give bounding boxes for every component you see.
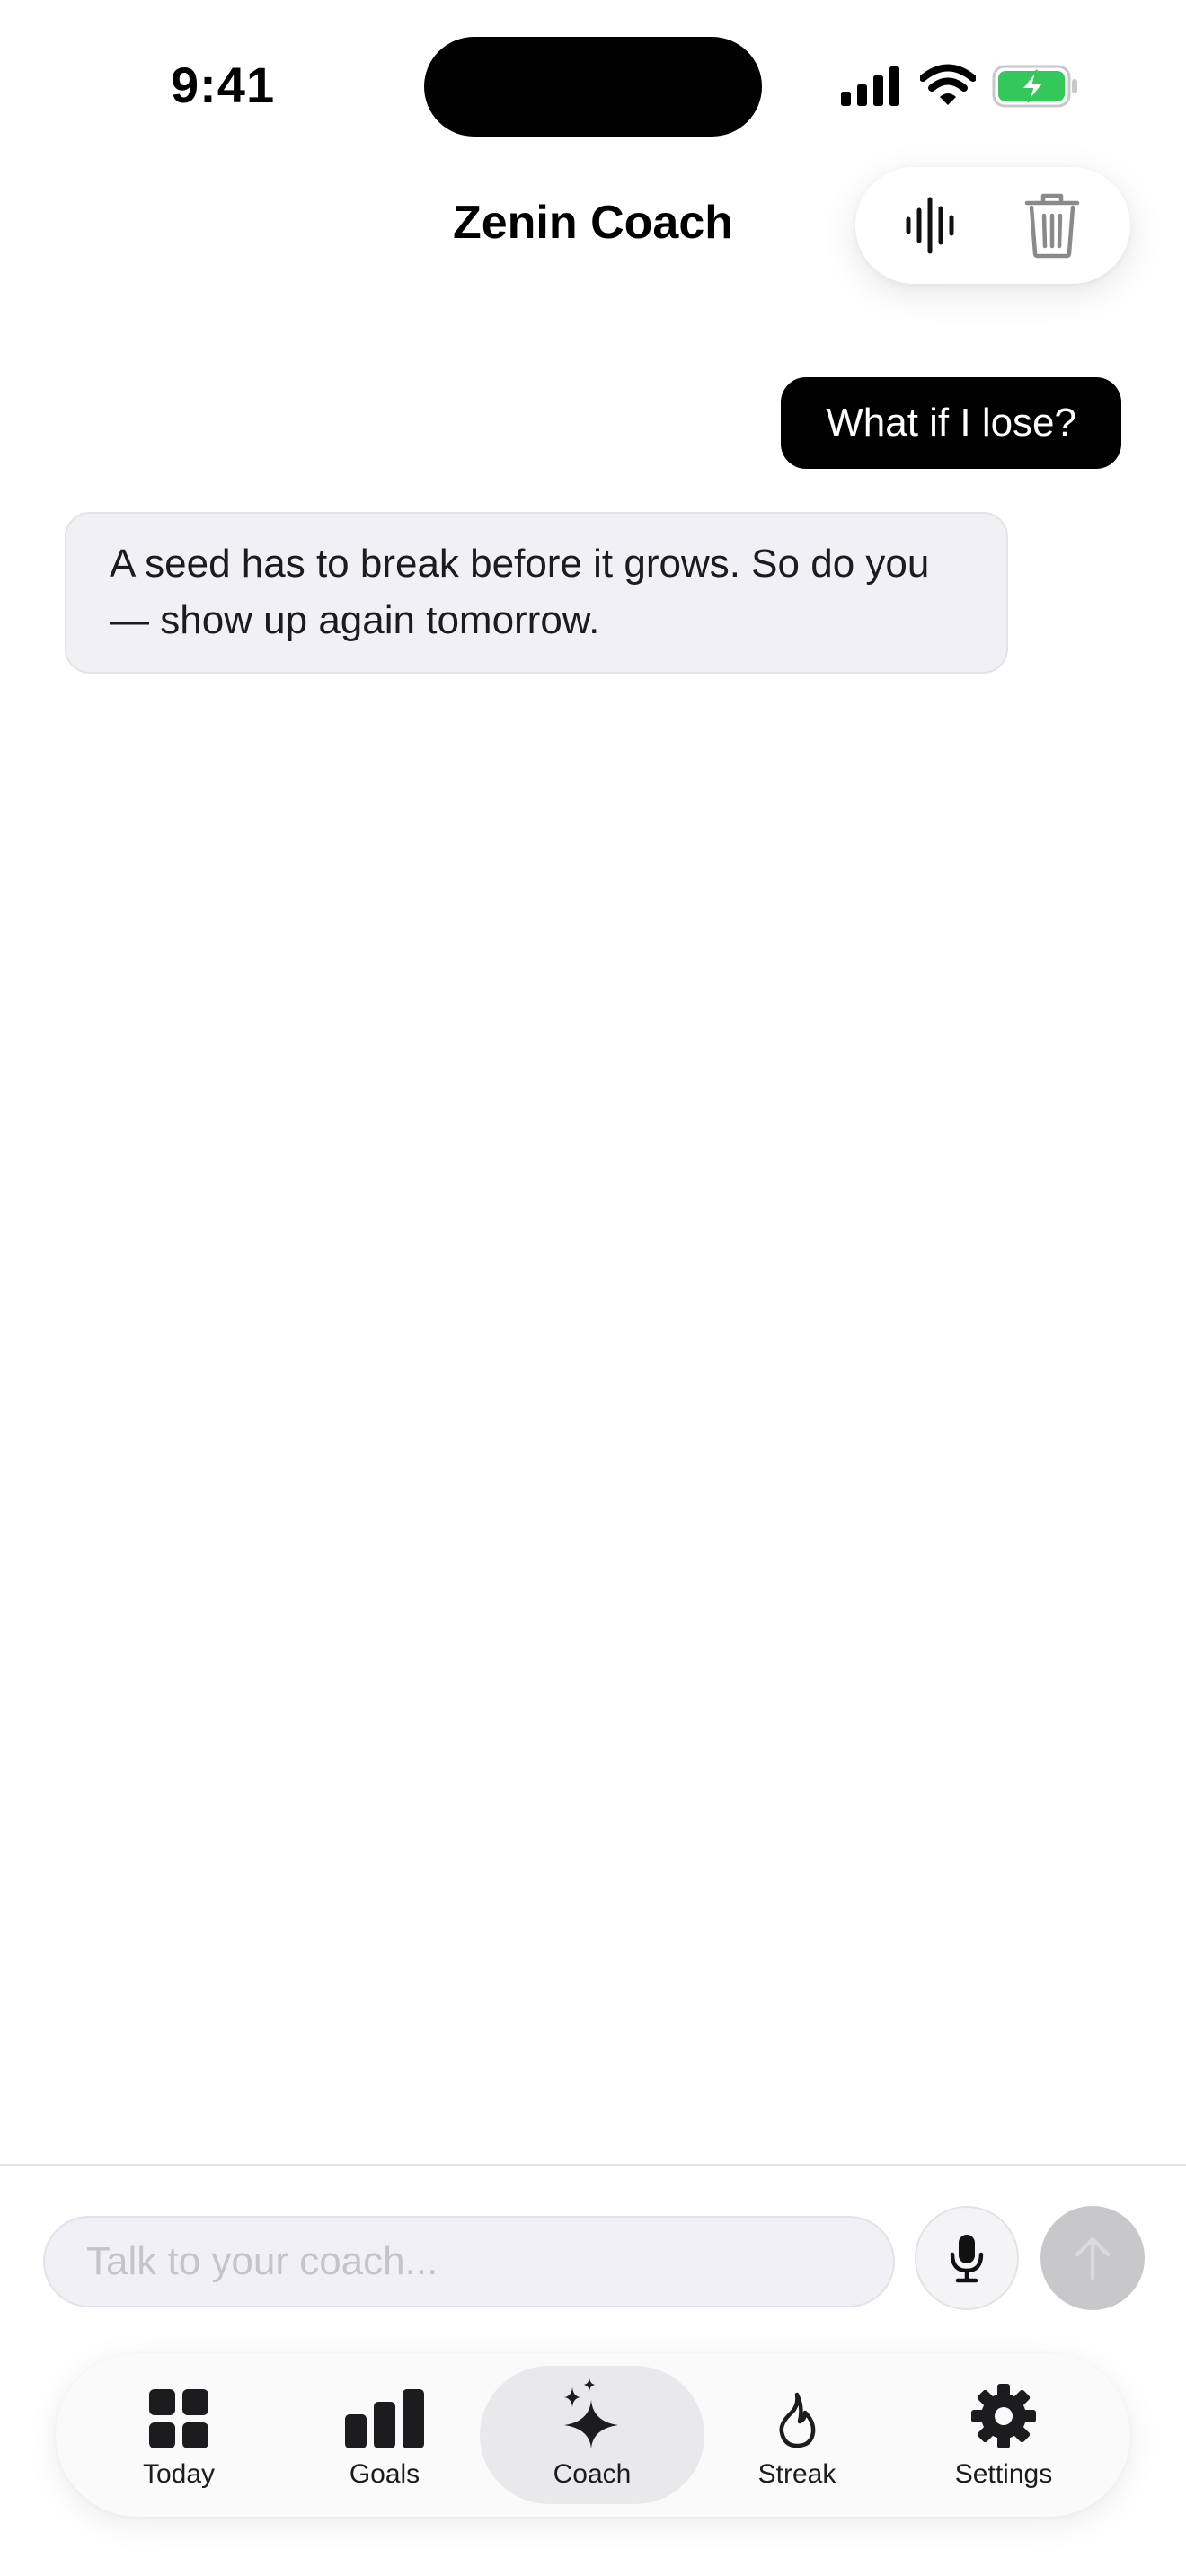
chat-area[interactable]: What if I lose? A seed has to break befo… bbox=[0, 341, 1186, 2138]
status-bar: 9:41 bbox=[0, 0, 1186, 171]
page-title: Zenin Coach bbox=[452, 197, 734, 249]
send-button[interactable] bbox=[1040, 2206, 1145, 2310]
tab-label: Streak bbox=[757, 2459, 836, 2489]
dynamic-island bbox=[424, 37, 762, 137]
microphone-icon bbox=[950, 2235, 984, 2283]
tab-label: Settings bbox=[954, 2459, 1053, 2489]
tab-label: Coach bbox=[553, 2459, 632, 2489]
tab-goals[interactable]: Goals bbox=[272, 2366, 497, 2504]
mic-button[interactable] bbox=[915, 2206, 1019, 2310]
voice-button[interactable] bbox=[873, 167, 990, 284]
status-time: 9:41 bbox=[171, 57, 276, 113]
sparkles-icon bbox=[564, 2378, 618, 2448]
clear-chat-button[interactable] bbox=[994, 167, 1111, 284]
tab-label: Today bbox=[142, 2459, 216, 2489]
gear-icon bbox=[971, 2384, 1036, 2448]
trash-icon bbox=[1024, 193, 1080, 259]
user-message-bubble: What if I lose? bbox=[781, 377, 1121, 469]
arrow-up-icon bbox=[1075, 2236, 1111, 2280]
wifi-icon bbox=[920, 64, 976, 105]
bar-chart-icon bbox=[345, 2389, 424, 2448]
tab-streak[interactable]: Streak bbox=[685, 2366, 909, 2504]
coach-message-bubble: A seed has to break before it grows. So … bbox=[65, 512, 1008, 674]
grid-icon bbox=[149, 2389, 208, 2448]
composer-divider bbox=[0, 2164, 1186, 2166]
signal-icon bbox=[841, 66, 899, 106]
waveform-icon bbox=[906, 197, 954, 254]
battery-charging-icon bbox=[992, 65, 1077, 108]
tab-today[interactable]: Today bbox=[66, 2366, 291, 2504]
flame-icon bbox=[779, 2392, 816, 2448]
tab-settings[interactable]: Settings bbox=[891, 2366, 1116, 2504]
message-input[interactable] bbox=[43, 2216, 895, 2307]
tab-label: Goals bbox=[349, 2459, 420, 2489]
header-actions bbox=[855, 167, 1130, 284]
tab-coach[interactable]: Coach bbox=[480, 2366, 704, 2504]
tab-bar: Today Goals Coach Streak Settings bbox=[56, 2353, 1130, 2517]
